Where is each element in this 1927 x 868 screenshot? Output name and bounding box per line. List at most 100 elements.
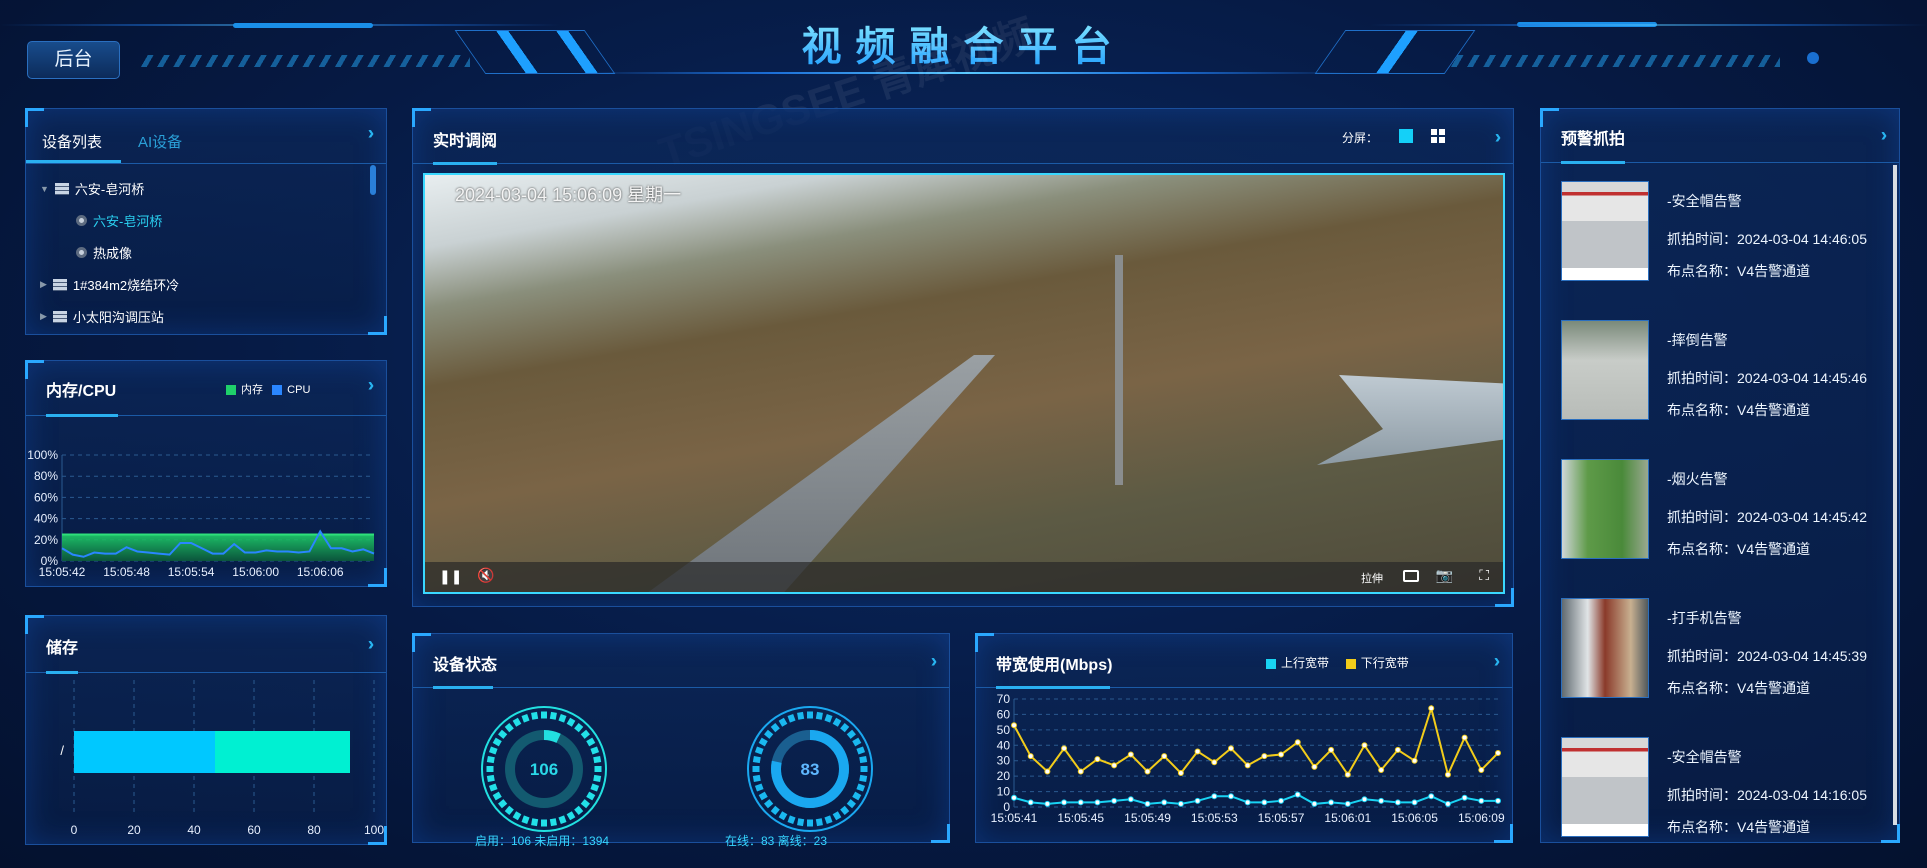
record-icon[interactable] xyxy=(1403,570,1419,582)
x-tick-label: 15:06:01 xyxy=(1324,811,1371,825)
uplink-point xyxy=(1294,791,1301,798)
alert-thumbnail[interactable] xyxy=(1561,320,1649,420)
alert-time: 抓拍时间：2024-03-04 14:45:46 xyxy=(1667,370,1867,386)
alert-item[interactable]: -打手机告警 抓拍时间：2024-03-04 14:45:39 布点名称：V4告… xyxy=(1561,598,1891,698)
alert-item[interactable]: -安全帽告警 抓拍时间：2024-03-04 14:46:05 布点名称：V4告… xyxy=(1561,181,1891,281)
fullscreen-icon[interactable]: ⛶ xyxy=(1479,567,1489,584)
scrollbar[interactable] xyxy=(370,165,376,195)
y-tick-label: 60% xyxy=(34,490,58,504)
y-tick-label: 80% xyxy=(34,469,58,483)
legend-swatch-cpu xyxy=(272,385,283,396)
alert-item[interactable]: -安全帽告警 抓拍时间：2024-03-04 14:16:05 布点名称：V4告… xyxy=(1561,737,1891,837)
y-tick-label: 20 xyxy=(997,769,1011,783)
y-tick-label: 60 xyxy=(997,707,1011,721)
gauge-tick xyxy=(521,713,530,723)
y-tick-label: 40 xyxy=(997,738,1011,752)
x-tick-label: 15:05:57 xyxy=(1258,811,1305,825)
gauge-tick xyxy=(787,713,796,723)
x-tick-label: 80 xyxy=(307,823,321,837)
gauge-tick xyxy=(580,799,590,809)
x-tick-label: 15:05:42 xyxy=(39,565,86,579)
alert-snapshots-panel: 预警抓拍››› -安全帽告警 抓拍时间：2024-03-04 14:46:05 … xyxy=(1540,108,1900,843)
pause-icon[interactable]: ❚❚ xyxy=(439,568,462,585)
legend: 内存 CPU xyxy=(226,381,310,397)
downlink-point xyxy=(1428,705,1435,712)
tree-node-server[interactable]: ▼ 六安-皂河桥 xyxy=(40,179,144,198)
storage-used-bar xyxy=(74,731,215,773)
bandwidth-panel: 带宽使用(Mbps) 上行宽带 下行宽带 ››› 010203040506070… xyxy=(975,633,1513,843)
downlink-point xyxy=(1077,768,1084,775)
stretch-button[interactable]: 拉伸 xyxy=(1361,570,1383,586)
panel-title: 设备状态 xyxy=(433,657,498,674)
legend: 上行宽带 下行宽带 xyxy=(1266,654,1409,671)
gauge-tick xyxy=(856,783,866,792)
split-label: 分屏： xyxy=(1341,131,1378,145)
gauge-tick xyxy=(815,818,823,827)
split-1-button[interactable] xyxy=(1399,129,1413,143)
gauge-tick xyxy=(531,818,539,827)
downlink-point xyxy=(1311,763,1318,770)
video-player[interactable]: 2024-03-04 15:06:09 星期一 ❚❚ 🔇 拉伸 📷 ⛶ xyxy=(423,173,1505,594)
alert-thumbnail[interactable] xyxy=(1561,598,1649,698)
downlink-point xyxy=(1211,759,1218,766)
uplink-point xyxy=(1094,799,1101,806)
alert-thumbnail[interactable] xyxy=(1561,181,1649,281)
gauge-tick xyxy=(531,711,539,720)
x-tick-label: 15:05:53 xyxy=(1191,811,1238,825)
snapshot-icon[interactable]: 📷 xyxy=(1436,567,1453,584)
alert-type: -打手机告警 xyxy=(1667,610,1742,626)
tab-ai-devices[interactable]: AI设备 xyxy=(138,131,182,152)
alert-time: 抓拍时间：2024-03-04 14:16:05 xyxy=(1667,787,1867,803)
split-4-button[interactable] xyxy=(1431,129,1445,143)
downlink-point xyxy=(1495,750,1501,756)
downlink-point xyxy=(1111,762,1118,769)
gauge-tick xyxy=(590,746,600,755)
gauge-tick xyxy=(860,766,868,772)
downlink-line xyxy=(1013,704,1499,778)
storage-panel: 储存››› 020406080100/ xyxy=(25,615,387,845)
gauge-tick xyxy=(512,811,522,821)
uplink-point xyxy=(1027,799,1034,806)
server-icon xyxy=(52,310,67,323)
gauge-tick xyxy=(492,791,502,801)
gauge-tick xyxy=(856,746,866,755)
tree-node-server[interactable]: ▶ 1#384m2烧结环冷 xyxy=(40,275,179,294)
memory-area xyxy=(62,534,374,561)
alert-thumbnail[interactable] xyxy=(1561,459,1649,559)
gauge-tick xyxy=(758,737,768,747)
memory-cpu-panel: 内存/CPU 内存 CPU ››› 0%20%40%60%80%100%15:0… xyxy=(25,360,387,587)
video-controls: ❚❚ 🔇 拉伸 📷 ⛶ xyxy=(425,562,1503,592)
tree-node-camera[interactable]: 热成像 xyxy=(76,243,132,262)
gauge-caption-enabled: 启用：106 未启用：1394 xyxy=(475,834,610,848)
caret-right-icon: ▶ xyxy=(40,311,47,321)
tab-device-list[interactable]: 设备列表 xyxy=(42,131,102,152)
gauge-tick xyxy=(488,746,498,755)
panel-title: 内存/CPU xyxy=(46,383,117,400)
back-button[interactable]: 后台 xyxy=(27,41,120,79)
gauge-tick xyxy=(549,818,557,827)
x-tick-label: 15:06:05 xyxy=(1391,811,1438,825)
downlink-point xyxy=(1244,762,1251,769)
video-river xyxy=(1317,375,1503,465)
alert-item[interactable]: -烟火告警 抓拍时间：2024-03-04 14:45:42 布点名称：V4告警… xyxy=(1561,459,1891,559)
downlink-point xyxy=(1227,745,1234,752)
memory-cpu-chart: 0%20%40%60%80%100%15:05:42 15:05:48 15:05:… xyxy=(27,448,375,579)
uplink-point xyxy=(1111,797,1118,804)
alert-time: 抓拍时间：2024-03-04 14:45:39 xyxy=(1667,648,1867,664)
panel-title: 预警抓拍 xyxy=(1561,131,1626,148)
tree-node-camera[interactable]: 六安-皂河桥 xyxy=(76,211,162,230)
alert-time: 抓拍时间：2024-03-04 14:45:42 xyxy=(1667,509,1867,525)
gauge-tick xyxy=(846,729,856,739)
gauge-tick xyxy=(752,766,760,772)
alert-item[interactable]: -摔倒告警 抓拍时间：2024-03-04 14:45:46 布点名称：V4告警… xyxy=(1561,320,1891,420)
uplink-point xyxy=(1261,799,1268,806)
tree-node-server[interactable]: ▶ 小太阳沟调压站 xyxy=(40,307,164,326)
downlink-point xyxy=(1044,768,1051,775)
video-pole xyxy=(1115,255,1123,485)
scrollbar[interactable] xyxy=(1893,165,1897,825)
gauge-tick xyxy=(859,756,868,764)
mute-icon[interactable]: 🔇 xyxy=(477,567,494,584)
alert-thumbnail[interactable] xyxy=(1561,737,1649,837)
legend-swatch-uplink xyxy=(1266,658,1276,669)
uplink-point xyxy=(1227,793,1234,800)
